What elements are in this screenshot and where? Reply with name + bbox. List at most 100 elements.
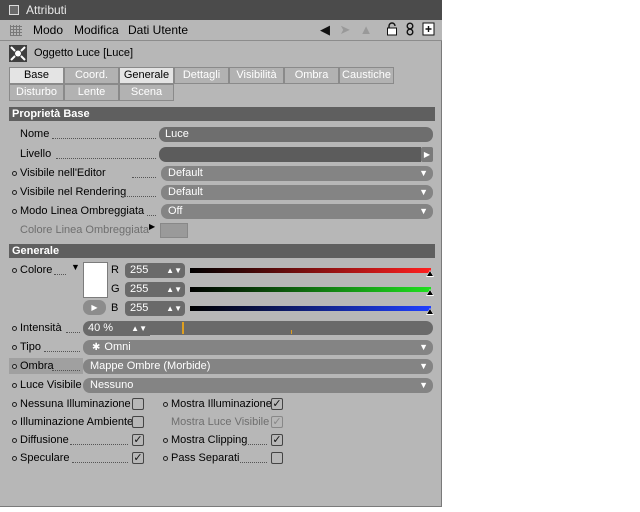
back-arrow-icon[interactable]: ◀ [318, 22, 332, 38]
color-swatch[interactable] [83, 262, 108, 298]
spinner-icon[interactable]: ▲▼ [131, 321, 147, 336]
shadow-line-color-swatch[interactable] [160, 223, 188, 238]
new-panel-icon[interactable] [421, 22, 435, 38]
diffuse-checkbox[interactable]: ✓ [132, 434, 144, 446]
vis-render-dropdown[interactable]: Default ▼ [161, 185, 433, 200]
type-dropdown[interactable]: ✱ Omni ▼ [83, 340, 433, 355]
spinner-icon[interactable]: ▲▼ [166, 282, 182, 297]
intensity-field[interactable]: 40 % ▲▼ [83, 321, 150, 336]
g-slider[interactable] [190, 287, 431, 292]
b-slider[interactable] [190, 306, 431, 311]
animate-bullet-icon[interactable] [12, 268, 17, 273]
vis-editor-dropdown[interactable]: Default ▼ [161, 166, 433, 181]
tab-disturbo[interactable]: Disturbo [9, 84, 64, 101]
r-value-field[interactable]: 255 ▲▼ [125, 263, 185, 278]
shadow-line-dropdown[interactable]: Off ▼ [161, 204, 433, 219]
tab-ombra[interactable]: Ombra [284, 67, 339, 84]
spinner-icon[interactable]: ▲▼ [166, 263, 182, 278]
animate-bullet-icon[interactable] [163, 402, 168, 407]
object-header: Oggetto Luce [Luce] [0, 41, 442, 65]
diffuse-label: Diffusione [20, 434, 69, 446]
tab-coord[interactable]: Coord. [64, 67, 119, 84]
animate-bullet-icon[interactable] [12, 326, 17, 331]
b-label: B [111, 302, 119, 314]
menu-dati-utente[interactable]: Dati Utente [128, 23, 188, 37]
specular-checkbox[interactable]: ✓ [132, 452, 144, 464]
tab-dettagli[interactable]: Dettagli [174, 67, 229, 84]
tab-generale[interactable]: Generale [119, 67, 174, 84]
r-value: 255 [130, 264, 149, 276]
intensity-slider[interactable] [150, 321, 433, 335]
leader-dots [147, 215, 156, 216]
r-slider-handle[interactable] [426, 270, 434, 277]
animate-bullet-icon[interactable] [163, 456, 168, 461]
lock-icon[interactable] [385, 22, 399, 38]
menu-bar: Modo Modifica Dati Utente ◀ ➤ ▲ [0, 20, 442, 41]
leader-dots [240, 462, 267, 463]
animate-bullet-icon[interactable] [12, 345, 17, 350]
type-value: Omni [104, 341, 131, 353]
menu-modo[interactable]: Modo [33, 23, 63, 37]
leader-dots [66, 332, 80, 333]
b-value-field[interactable]: 255 ▲▼ [125, 301, 185, 316]
shadow-line-value: Off [168, 205, 183, 217]
separate-pass-checkbox[interactable] [271, 452, 283, 464]
animate-bullet-icon[interactable] [12, 190, 17, 195]
no-illumination-checkbox[interactable] [132, 398, 144, 410]
no-illumination-label: Nessuna Illuminazione [20, 398, 131, 410]
name-label: Nome [20, 128, 50, 140]
show-visible-light-checkbox[interactable]: ✓ [271, 416, 283, 428]
leader-dots [72, 462, 128, 463]
window-menu-icon[interactable] [9, 5, 19, 15]
tab-visibilita[interactable]: Visibilità [229, 67, 284, 84]
tab-scena[interactable]: Scena [119, 84, 174, 101]
animate-bullet-icon[interactable] [12, 209, 17, 214]
grip-icon[interactable] [10, 25, 22, 36]
r-slider[interactable] [190, 268, 431, 273]
link-icon[interactable] [404, 22, 416, 38]
animate-bullet-icon[interactable] [12, 364, 17, 369]
b-value: 255 [130, 302, 149, 314]
show-clipping-checkbox[interactable]: ✓ [271, 434, 283, 446]
menu-modifica[interactable]: Modifica [74, 23, 119, 37]
intensity-slider-marker[interactable] [182, 322, 184, 334]
leader-dots [52, 370, 80, 371]
expand-arrow-icon[interactable]: ▶ [149, 222, 155, 231]
layer-menu-arrow-icon[interactable]: ▶ [421, 147, 433, 162]
object-name: Oggetto Luce [Luce] [34, 47, 134, 59]
attributes-panel: Attributi Modo Modifica Dati Utente ◀ ➤ … [0, 0, 442, 507]
color-menu-arrow-icon[interactable]: ▼ [71, 262, 80, 272]
b-slider-handle[interactable] [426, 308, 434, 315]
up-arrow-icon[interactable]: ▲ [359, 22, 373, 38]
show-visible-light-label: Mostra Luce Visibile [171, 416, 270, 428]
animate-bullet-icon[interactable] [12, 402, 17, 407]
leader-dots [248, 444, 267, 445]
shadow-dropdown[interactable]: Mappe Ombre (Morbide) ▼ [83, 359, 433, 374]
animate-bullet-icon[interactable] [12, 420, 17, 425]
tab-base[interactable]: Base [9, 67, 64, 84]
chevron-down-icon: ▼ [419, 206, 428, 216]
shadow-label: Ombra [20, 360, 54, 372]
show-illumination-checkbox[interactable]: ✓ [271, 398, 283, 410]
animate-bullet-icon[interactable] [12, 171, 17, 176]
tab-caustiche[interactable]: Caustiche [339, 67, 394, 84]
forward-arrow-icon[interactable]: ➤ [337, 22, 353, 38]
animate-bullet-icon[interactable] [12, 383, 17, 388]
animate-bullet-icon[interactable] [12, 438, 17, 443]
animate-bullet-icon[interactable] [163, 438, 168, 443]
layer-field[interactable] [159, 147, 421, 162]
show-clipping-label: Mostra Clipping [171, 434, 248, 446]
spinner-icon[interactable]: ▲▼ [166, 301, 182, 316]
vis-editor-value: Default [168, 167, 203, 179]
section-general: Generale [9, 244, 435, 258]
g-value-field[interactable]: 255 ▲▼ [125, 282, 185, 297]
name-field[interactable]: Luce [159, 127, 433, 142]
separate-pass-label: Pass Separati [171, 452, 240, 464]
g-slider-handle[interactable] [426, 289, 434, 296]
type-label: Tipo [20, 341, 41, 353]
visible-light-dropdown[interactable]: Nessuno ▼ [83, 378, 433, 393]
animate-bullet-icon[interactable] [12, 456, 17, 461]
color-picker-toggle-icon[interactable]: ▶ [83, 300, 106, 315]
tab-lente[interactable]: Lente [64, 84, 119, 101]
ambient-checkbox[interactable] [132, 416, 144, 428]
